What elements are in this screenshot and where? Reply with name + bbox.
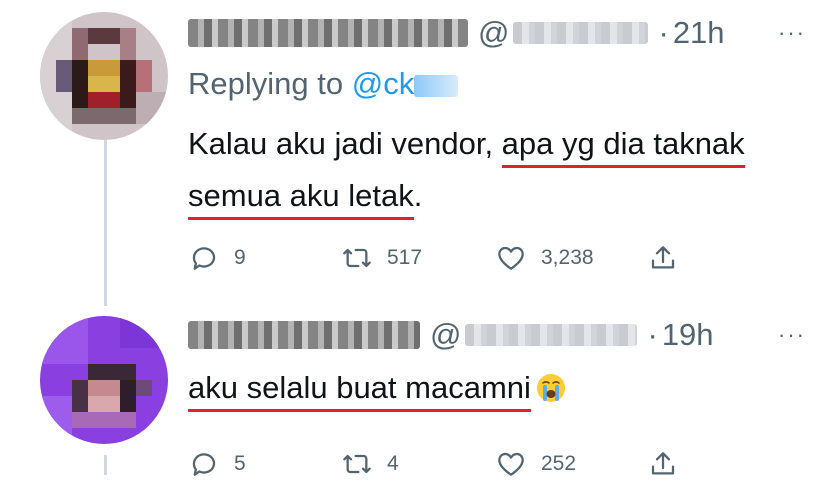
underlined-text: aku selalu buat macamni [188, 370, 531, 412]
heart-icon [498, 452, 524, 476]
replying-to-mention[interactable]: @ck [352, 66, 414, 101]
author-handle-at[interactable]: @ [478, 15, 509, 51]
thread-connector-line [104, 140, 107, 306]
loudly-crying-face-icon [536, 374, 565, 402]
more-options-icon[interactable]: ··· [778, 322, 806, 348]
tweet-timestamp[interactable]: 19h [662, 317, 714, 353]
retweet-button[interactable]: 4 [341, 448, 495, 480]
more-options-icon[interactable]: ··· [778, 20, 806, 46]
like-count: 3,238 [541, 246, 594, 269]
author-name-redacted[interactable] [188, 19, 468, 47]
reply-button[interactable]: 5 [188, 448, 341, 480]
separator-dot: · [658, 15, 669, 50]
tweet-text: aku selalu buat macamni [188, 362, 808, 414]
tweet-timestamp[interactable]: 21h [673, 15, 725, 51]
avatar[interactable] [40, 316, 168, 444]
share-button[interactable] [647, 448, 679, 480]
author-handle-redacted[interactable] [465, 324, 638, 346]
share-icon [651, 452, 675, 475]
comment-icon [192, 453, 216, 476]
retweet-icon [343, 248, 371, 268]
replying-to-label: Replying to [188, 66, 344, 101]
tweet-actions: 9 517 3,238 [188, 228, 808, 288]
tweet-header: @ · 19h ··· [188, 310, 808, 360]
tweet[interactable]: @ · 21h ··· Replying to @ck Kalau aku ja… [188, 8, 808, 288]
like-count: 252 [541, 452, 577, 475]
thread-connector-line [104, 455, 107, 475]
tweet[interactable]: @ · 19h ··· aku selalu buat macamni 5 4 … [188, 310, 808, 494]
comment-icon [192, 247, 216, 270]
separator-dot: · [647, 317, 658, 352]
retweet-icon [343, 454, 371, 474]
reply-count: 9 [234, 246, 246, 269]
like-button[interactable]: 252 [495, 448, 647, 480]
replying-to: Replying to @ck [188, 58, 808, 110]
share-icon [651, 246, 675, 269]
share-button[interactable] [647, 242, 679, 274]
reply-button[interactable]: 9 [188, 242, 341, 274]
retweet-button[interactable]: 517 [341, 242, 495, 274]
like-button[interactable]: 3,238 [495, 242, 647, 274]
tweet-header: @ · 21h ··· [188, 8, 808, 58]
tweet-actions: 5 4 252 [188, 434, 808, 494]
avatar[interactable] [40, 12, 168, 140]
tweet-text-part: Kalau aku jadi vendor, [188, 126, 502, 161]
heart-icon [498, 246, 524, 270]
reply-count: 5 [234, 452, 246, 475]
author-name-redacted[interactable] [188, 321, 420, 349]
author-handle-redacted[interactable] [513, 22, 649, 44]
mention-redacted [414, 74, 459, 97]
retweet-count: 4 [387, 452, 399, 475]
author-handle-at[interactable]: @ [430, 317, 461, 353]
retweet-count: 517 [387, 246, 423, 269]
tweet-text: Kalau aku jadi vendor, apa yg dia taknak… [188, 118, 808, 222]
tweet-text-part: . [413, 178, 423, 213]
